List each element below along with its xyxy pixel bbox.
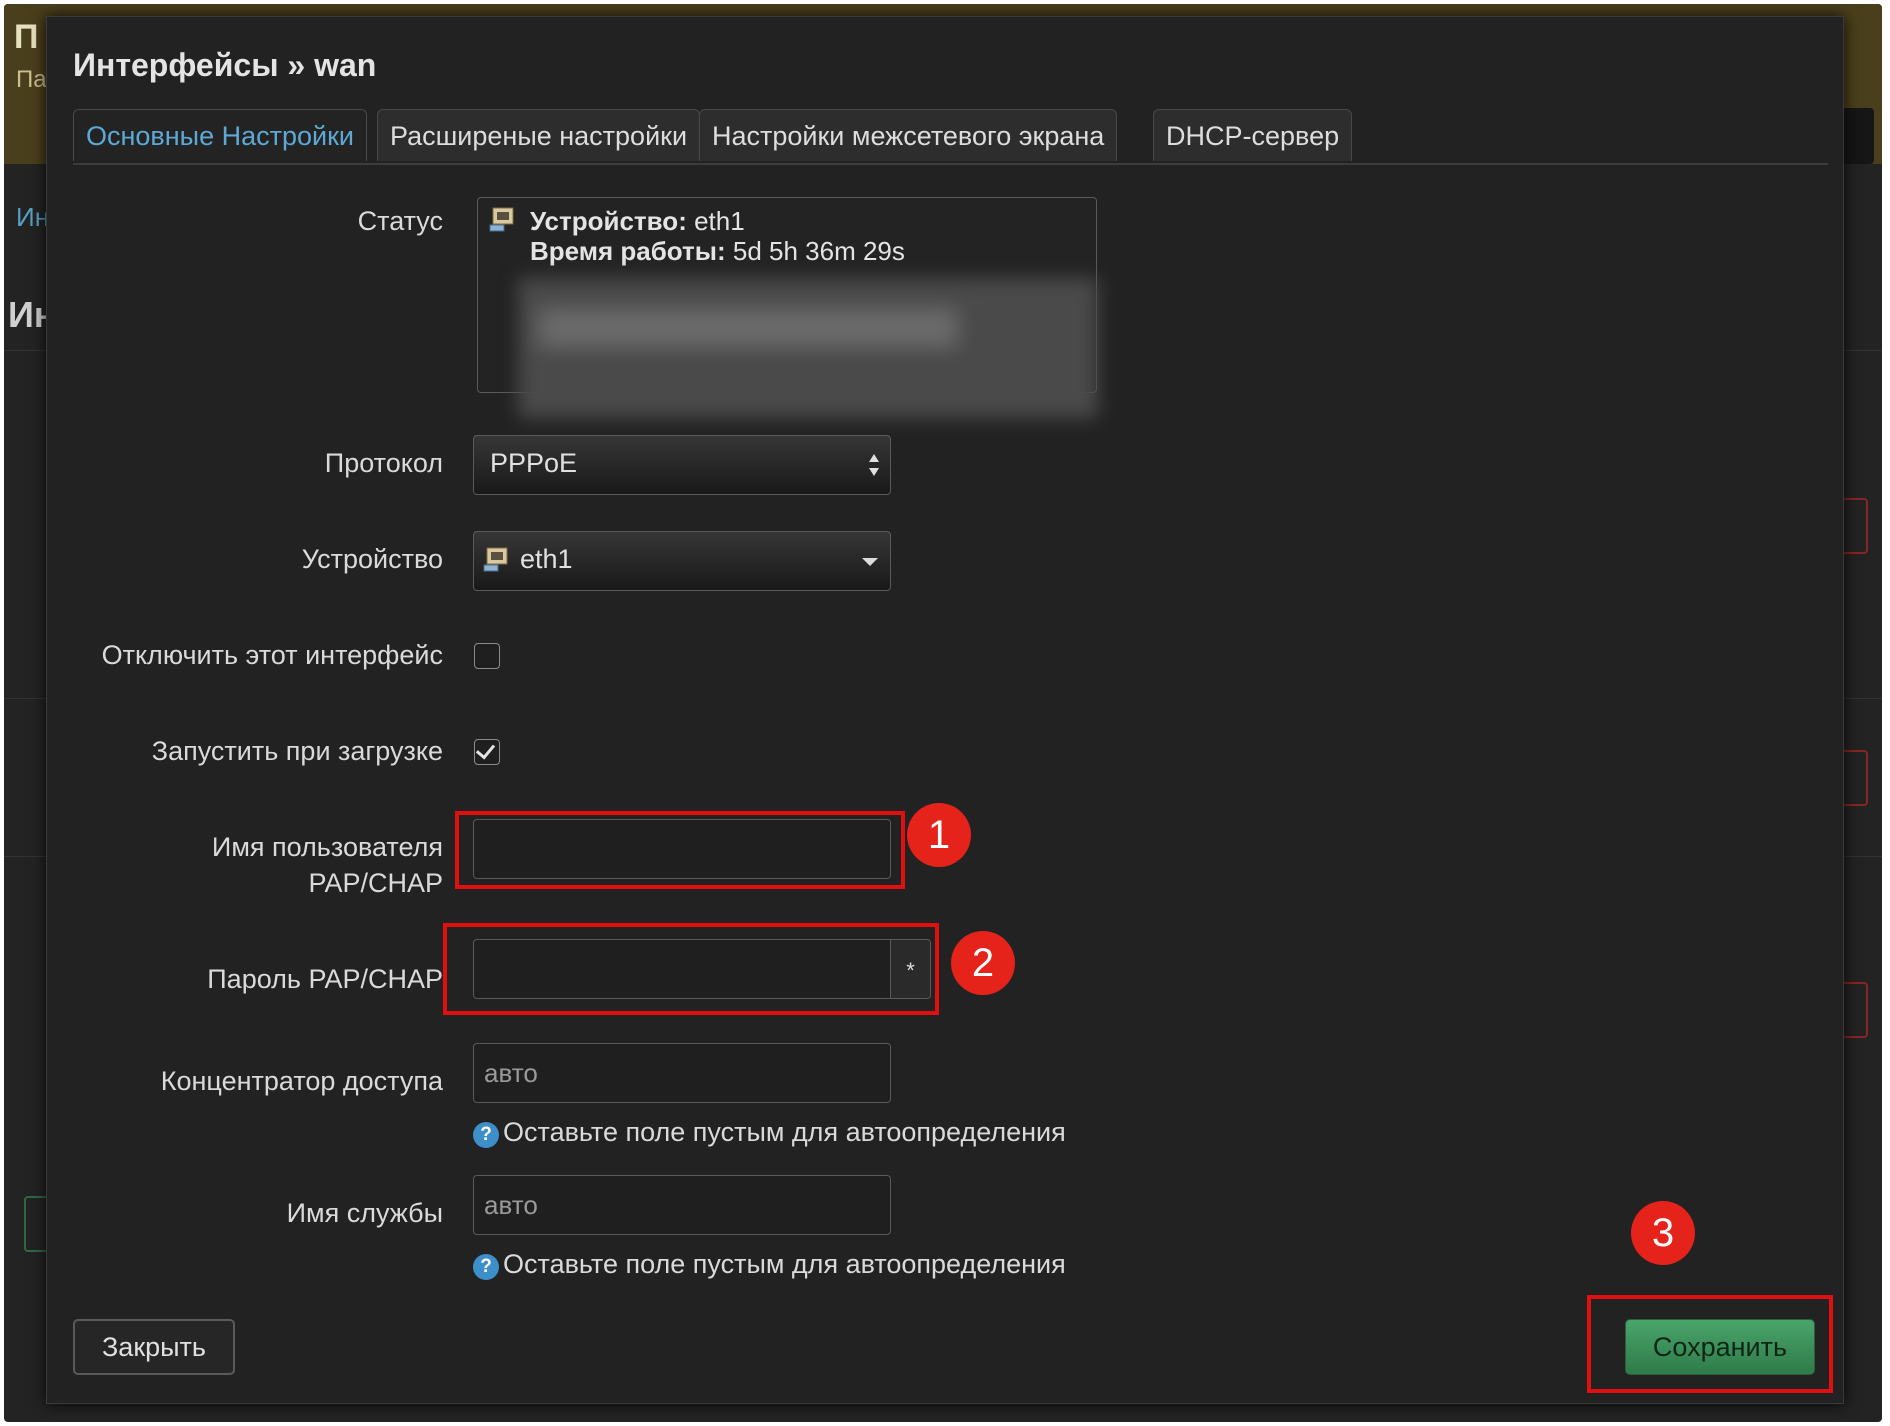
interface-edit-dialog: Интерфейсы » wan Основные Настройки Расш… (46, 16, 1844, 1404)
service-name-help-text: Оставьте поле пустым для автоопределения (503, 1249, 1066, 1279)
background-button (1840, 750, 1868, 806)
background-breadcrumb: Ин (16, 202, 50, 232)
device-select[interactable]: eth1 (473, 531, 891, 591)
protocol-value: PPPoE (490, 448, 578, 478)
updown-arrows-icon (869, 454, 879, 476)
status-uptime-value: 5d 5h 36m 29s (725, 236, 905, 266)
save-button[interactable]: Сохранить (1625, 1319, 1815, 1375)
status-device-value: eth1 (686, 206, 745, 236)
highlight-frame-username (455, 811, 905, 889)
redacted-status-details (518, 278, 1098, 418)
device-value: eth1 (520, 544, 573, 574)
annotation-badge-3: 3 (1631, 1201, 1695, 1265)
protocol-select[interactable]: PPPoE (473, 435, 891, 495)
status-uptime-line: Время работы: 5d 5h 36m 29s (530, 236, 905, 267)
protocol-label: Протокол (324, 448, 443, 478)
status-uptime-key: Время работы: (530, 236, 726, 266)
access-concentrator-label: Концентратор доступа (160, 1066, 443, 1096)
dialog-title: Интерфейсы » wan (73, 47, 377, 83)
background-button (1840, 498, 1868, 554)
screenshot-frame: П Па Ин Ин Интерфейсы » wan Основные Нас… (4, 4, 1882, 1422)
chevron-down-icon (862, 558, 878, 566)
username-label: Имя пользователя PAP/CHAP (212, 829, 443, 901)
disable-interface-checkbox[interactable] (474, 643, 500, 669)
tab-general-settings[interactable]: Основные Настройки (73, 109, 367, 161)
username-label-line1: Имя пользователя (211, 832, 443, 862)
annotation-badge-2: 2 (951, 931, 1015, 995)
status-device-line: Устройство: eth1 (530, 206, 745, 237)
service-name-input[interactable]: авто (473, 1175, 891, 1235)
network-port-icon (489, 207, 514, 232)
background-button (1840, 982, 1868, 1038)
service-name-label: Имя службы (286, 1198, 443, 1228)
checkmark-icon (475, 739, 496, 760)
status-device-key: Устройство: (530, 206, 687, 236)
access-concentrator-help-text: Оставьте поле пустым для автоопределения (503, 1117, 1066, 1147)
service-name-placeholder: авто (484, 1190, 538, 1220)
network-port-icon (483, 547, 508, 572)
tab-firewall-settings[interactable]: Настройки межсетевого экрана (699, 109, 1118, 161)
help-icon: ? (473, 1254, 499, 1280)
redacted-status-details (538, 308, 958, 348)
tab-bar: Основные Настройки Расширеные настройки … (73, 109, 1828, 165)
tab-dhcp-server[interactable]: DHCP-сервер (1153, 109, 1353, 161)
highlight-frame-password (443, 923, 939, 1015)
disable-interface-label: Отключить этот интерфейс (101, 640, 443, 670)
start-on-boot-checkbox[interactable] (474, 739, 500, 765)
annotation-badge-1: 1 (907, 803, 971, 867)
access-concentrator-placeholder: авто (484, 1058, 538, 1088)
close-button[interactable]: Закрыть (73, 1319, 235, 1375)
service-name-help: ? Оставьте поле пустым для автоопределени… (473, 1249, 1066, 1280)
status-panel: Устройство: eth1 Время работы: 5d 5h 36m… (477, 197, 1098, 418)
access-concentrator-input[interactable]: авто (473, 1043, 891, 1103)
background-title: П (14, 18, 39, 56)
start-on-boot-label: Запустить при загрузке (151, 736, 443, 766)
help-icon: ? (473, 1122, 499, 1148)
device-label: Устройство (301, 544, 443, 574)
tab-advanced-settings[interactable]: Расширеные настройки (377, 109, 701, 161)
background-subtitle: Па (16, 66, 47, 93)
status-label: Статус (357, 206, 443, 236)
username-label-line2: PAP/CHAP (308, 868, 443, 898)
access-concentrator-help: ? Оставьте поле пустым для автоопределени… (473, 1117, 1066, 1148)
password-label: Пароль PAP/CHAP (207, 964, 443, 994)
